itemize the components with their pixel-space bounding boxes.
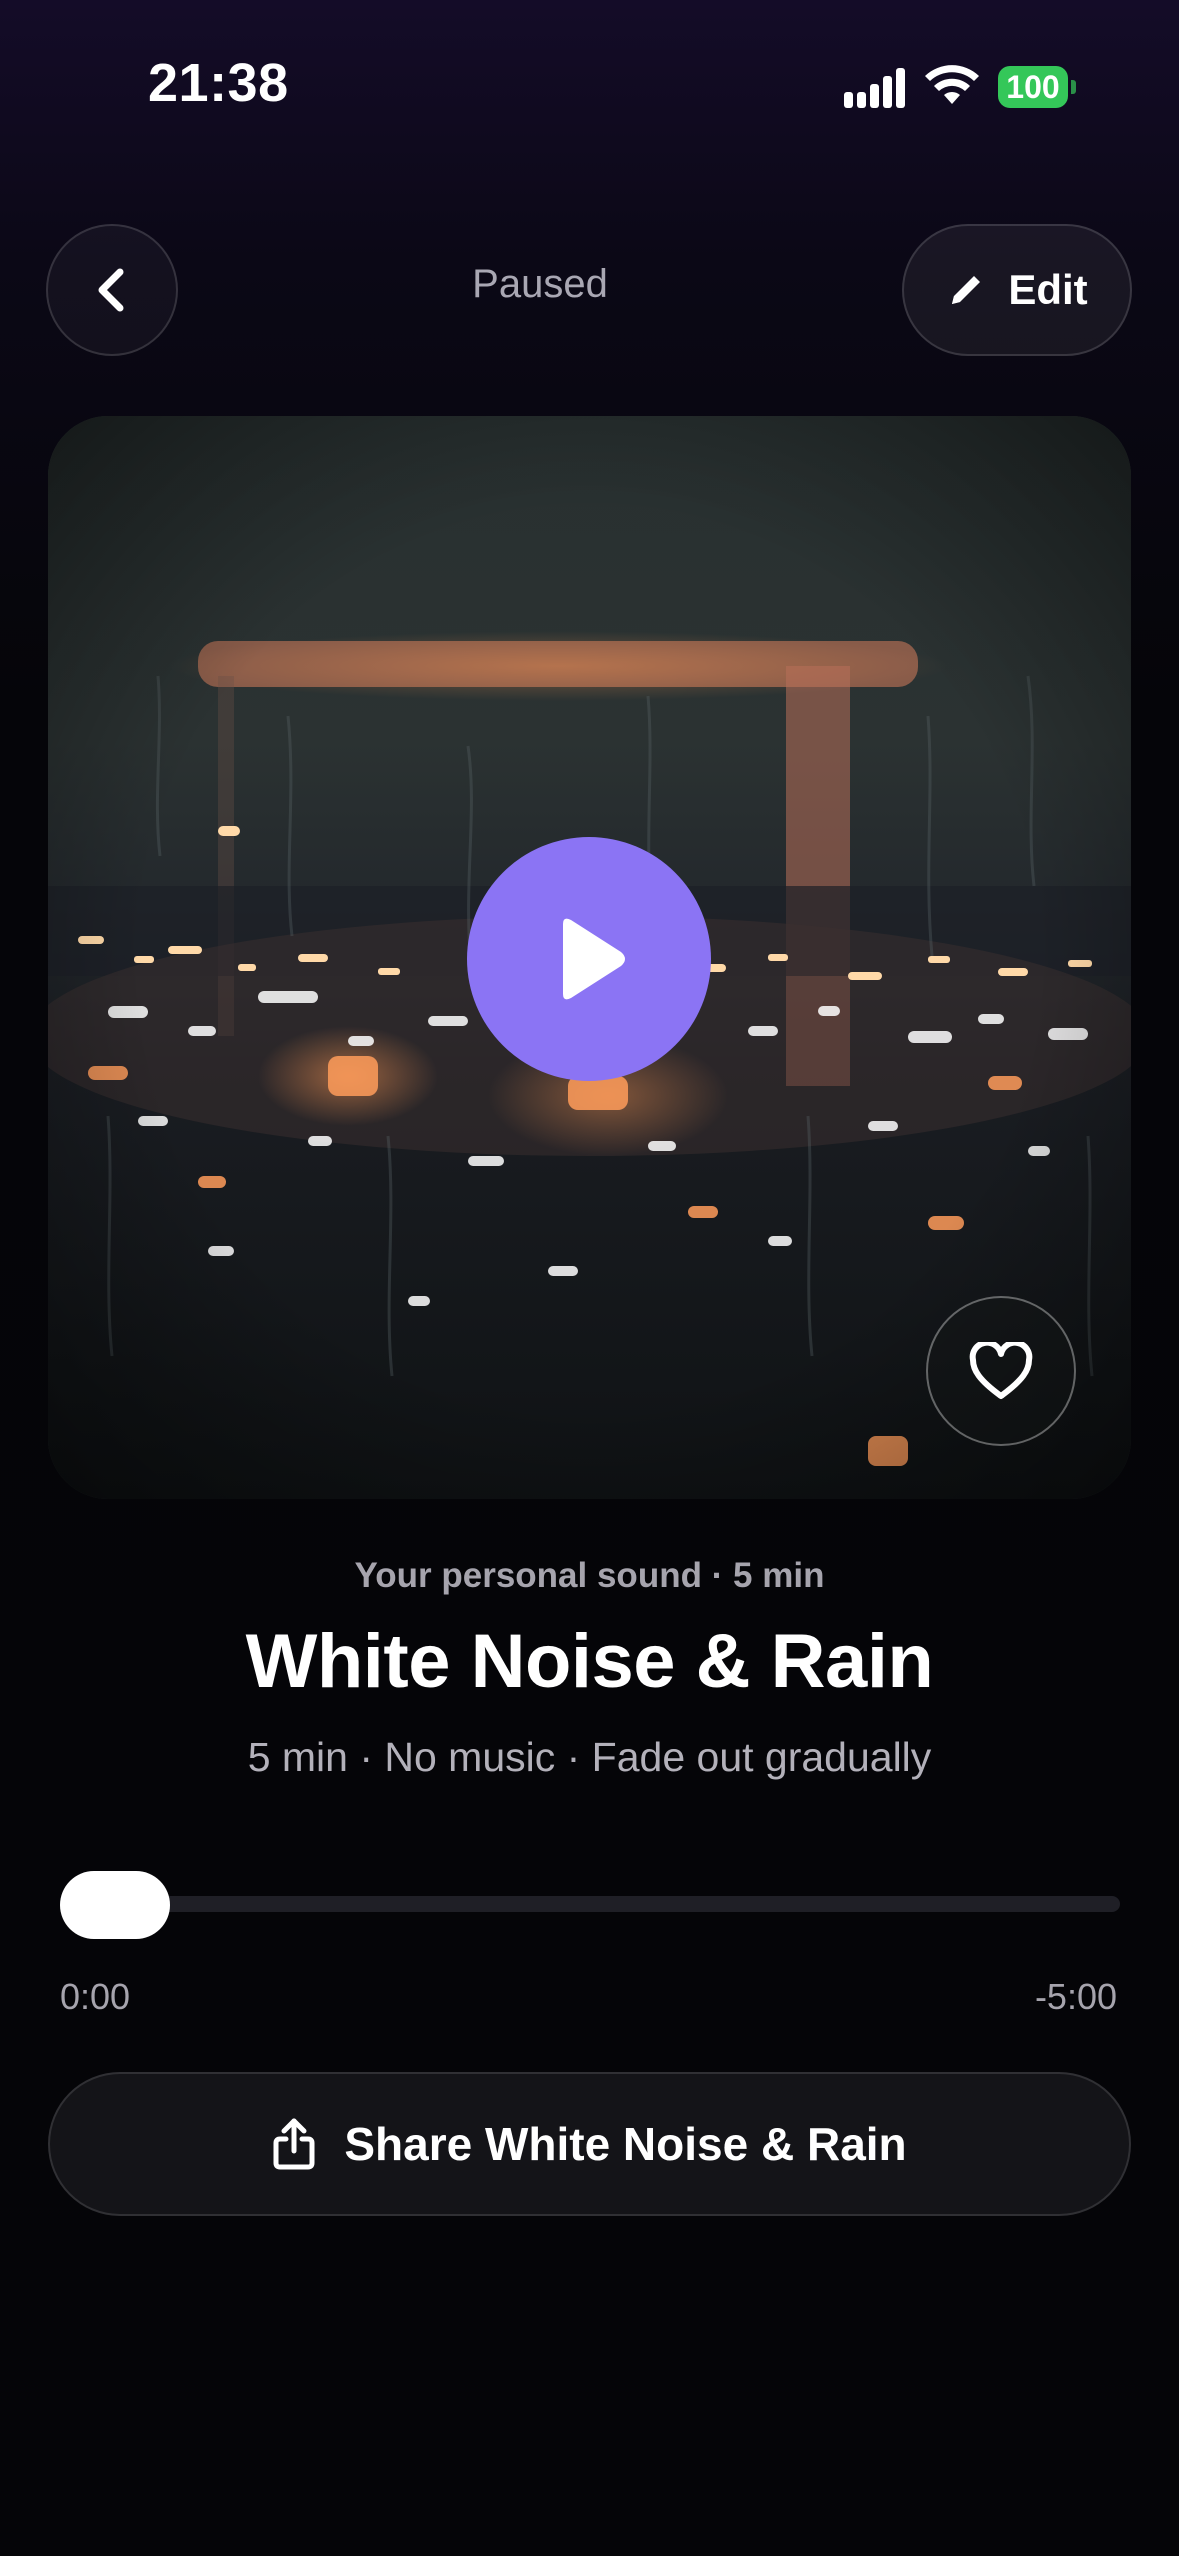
playback-status: Paused <box>472 262 608 306</box>
signal-icon <box>844 68 905 108</box>
battery-level: 100 <box>998 66 1068 108</box>
time-remaining: -5:00 <box>1034 1976 1117 2017</box>
chevron-left-icon <box>98 268 124 312</box>
heart-icon <box>969 1342 1033 1399</box>
progress-thumb[interactable] <box>60 1871 170 1939</box>
like-button[interactable] <box>926 1296 1076 1446</box>
edit-button[interactable]: Edit <box>902 224 1132 356</box>
time-elapsed: 0:00 <box>60 1976 131 2017</box>
battery-icon: 100 <box>998 66 1076 108</box>
play-icon <box>563 918 625 1000</box>
track-title: White Noise & Rain <box>245 1619 934 1704</box>
wifi-icon <box>925 65 979 104</box>
share-icon <box>273 2118 315 2170</box>
pencil-icon <box>952 276 981 304</box>
play-button[interactable] <box>467 837 711 1081</box>
progress-track[interactable] <box>62 1896 1120 1912</box>
track-subtitle: Your personal sound · 5 min <box>354 1556 825 1595</box>
status-time: 21:38 <box>148 53 289 113</box>
share-label: Share White Noise & Rain <box>344 2118 907 2170</box>
share-button[interactable]: Share White Noise & Rain <box>48 2072 1131 2216</box>
back-button[interactable] <box>46 224 178 356</box>
edit-label: Edit <box>1008 266 1088 313</box>
track-details: 5 min · No music · Fade out gradually <box>247 1734 932 1780</box>
